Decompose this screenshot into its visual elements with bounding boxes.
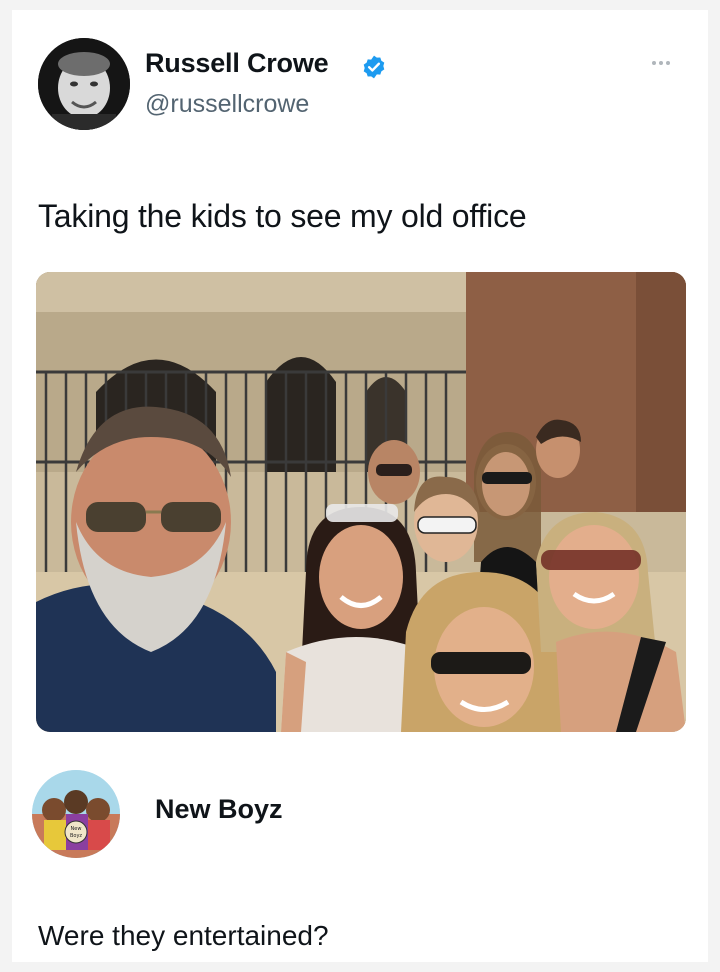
reply-text: Were they entertained? xyxy=(38,920,329,951)
verified-badge-icon xyxy=(363,55,385,79)
tweet-card: Russell Crowe @russellcrowe Taking the k… xyxy=(12,10,708,962)
author-handle[interactable]: @russellcrowe xyxy=(145,90,309,119)
reply-avatar-logo-text: New xyxy=(71,826,82,832)
reply-avatar[interactable]: New Boyz xyxy=(32,770,120,858)
more-options-icon[interactable] xyxy=(652,58,682,68)
reply-author-name[interactable]: New Boyz xyxy=(155,794,283,825)
group-selfie-image xyxy=(36,272,686,732)
author-name[interactable]: Russell Crowe xyxy=(145,48,329,79)
tweet-photo[interactable] xyxy=(36,272,686,732)
tweet-text: Taking the kids to see my old office xyxy=(38,198,527,234)
author-avatar[interactable] xyxy=(38,38,130,130)
svg-text:Boyz: Boyz xyxy=(70,833,82,839)
